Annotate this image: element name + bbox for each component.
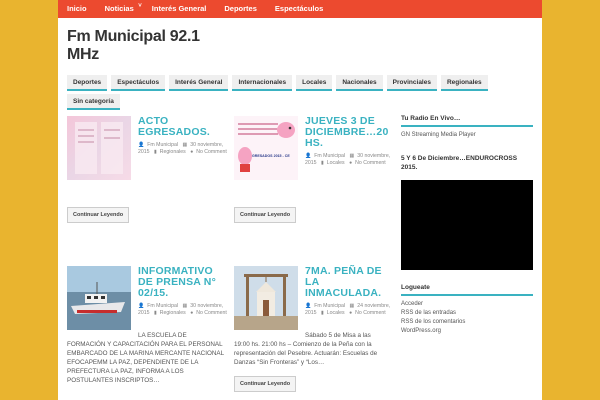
nav-inicio[interactable]: Inicio [58,0,96,18]
post-title[interactable]: 7MA. PEÑA DE LA INMACULADA. [305,266,397,299]
post-meta: 👤 Fm Municipal ▦ 30 noviembre, 2015 ▮ Local… [305,153,397,166]
post-category[interactable]: Regionales [160,310,186,316]
cat-sin-categoria[interactable]: Sin categoría [67,94,120,110]
post-excerpt-lead: LA ESCUELA DE [138,332,187,339]
radio-player-text[interactable]: GN Streaming Media Player [401,131,533,140]
post-category[interactable]: Regionales [160,149,186,155]
post-comments[interactable]: No Comment [355,160,386,166]
sidebar: Tu Radio En Vivo… GN Streaming Media Pla… [401,115,533,336]
cat-regionales[interactable]: Regionales [440,75,488,91]
cat-locales[interactable]: Locales [296,75,333,91]
post-thumbnail[interactable] [67,116,131,180]
user-icon: 👤 [138,303,145,309]
post-thumbnail[interactable]: GRESADOS 2015 - CE [234,116,298,180]
sidebar-link[interactable]: Acceder [401,300,533,309]
site-title[interactable]: Fm Municipal 92.1 MHz [67,28,217,64]
post-meta: 👤 Fm Municipal ▦ 24 noviembre, 2015 ▮ Local… [305,303,397,316]
chapel-image [234,266,298,330]
widget-title-event: 5 Y 6 De Diciembre…ENDUROCROSS 2015. [401,155,518,171]
comment-icon: ● [190,148,194,155]
nav-noticias[interactable]: Noticias ˅ [96,0,143,18]
post-author[interactable]: Fm Municipal [314,303,345,309]
peppa-pig-flyer-image [234,116,298,180]
post-excerpt-lead: Sábado 5 de Misa a las [305,332,371,339]
sidebar-link[interactable]: RSS de los comentarios [401,318,533,327]
user-icon: 👤 [305,303,312,309]
post-title[interactable]: JUEVES 3 DE DICIEMBRE…20 HS. [305,116,397,149]
user-icon: 👤 [305,153,312,159]
widget-title-radio: Tu Radio En Vivo… [401,115,533,127]
folder-icon: ▮ [154,148,157,155]
post-title[interactable]: INFORMATIVO DE PRENSA N° 02/15. [138,266,230,299]
comment-icon: ● [349,309,353,316]
folder-icon: ▮ [321,159,324,166]
post-meta: 👤 Fm Municipal ▦ 30 noviembre, 2015 ▮ Regio… [138,142,230,155]
sidebar-link[interactable]: RSS de las entradas [401,309,533,318]
nav-noticias-label[interactable]: Noticias [105,4,134,13]
cat-nacionales[interactable]: Nacionales [336,75,383,91]
continue-reading-button[interactable]: Continuar Leyendo [234,207,297,223]
post-thumbnail[interactable] [234,266,298,330]
thumbnail-caption: GRESADOS 2015 - CE [252,154,290,158]
nav-espectaculos[interactable]: Espectáculos [266,0,332,18]
calendar-icon: ▦ [182,142,188,148]
widget-title-login: Logueate [401,284,533,296]
post-comments[interactable]: No Comment [355,310,386,316]
post-category[interactable]: Locales [327,310,345,316]
post-comments[interactable]: No Comment [196,310,227,316]
post-title[interactable]: ACTO EGRESADOS. [138,116,230,138]
post-card: GRESADOS 2015 - CE JUEVES 3 DE DICIEMBRE… [234,116,394,236]
continue-reading-button[interactable]: Continuar Leyendo [67,207,130,223]
post-card: INFORMATIVO DE PRENSA N° 02/15. 👤 Fm Muni… [67,266,227,400]
category-navigation: Deportes Espectáculos Interés General In… [67,75,537,113]
cat-internacionales[interactable]: Internacionales [232,75,293,91]
nav-deportes[interactable]: Deportes [215,0,266,18]
folder-icon: ▮ [154,309,157,316]
boat-image [67,266,131,330]
post-author[interactable]: Fm Municipal [147,303,178,309]
sidebar-link[interactable]: WordPress.org [401,327,533,336]
folder-icon: ▮ [321,309,324,316]
nav-interes-general[interactable]: Interés General [143,0,216,18]
comment-icon: ● [190,309,194,316]
cat-interes-general[interactable]: Interés General [169,75,229,91]
post-category[interactable]: Locales [327,160,345,166]
cat-espectaculos[interactable]: Espectáculos [111,75,166,91]
post-author[interactable]: Fm Municipal [147,142,178,148]
continue-reading-button[interactable]: Continuar Leyendo [234,376,297,392]
video-player[interactable] [401,180,533,270]
cat-provinciales[interactable]: Provinciales [386,75,437,91]
post-excerpt: FORMACIÓN Y CAPACITACIÓN PARA EL PERSONA… [67,341,224,384]
calendar-icon: ▦ [182,303,188,309]
cat-deportes[interactable]: Deportes [67,75,108,91]
certificate-image [75,122,123,174]
chevron-down-icon: ˅ [138,3,142,9]
post-excerpt: 19:00 hs. 21:00 hs – Comienzo de la Peña… [234,341,378,366]
page-content: Fm Municipal 92.1 MHz Deportes Espectácu… [58,18,542,400]
post-thumbnail[interactable] [67,266,131,330]
comment-icon: ● [349,159,353,166]
post-card: ACTO EGRESADOS. 👤 Fm Municipal ▦ 30 noviem… [67,116,227,236]
post-comments[interactable]: No Comment [196,149,227,155]
post-author[interactable]: Fm Municipal [314,153,345,159]
user-icon: 👤 [138,142,145,148]
post-card: 7MA. PEÑA DE LA INMACULADA. 👤 Fm Municipa… [234,266,394,400]
post-meta: 👤 Fm Municipal ▦ 30 noviembre, 2015 ▮ Regio… [138,303,230,316]
top-navigation: Inicio Noticias ˅ Interés General Deporte… [58,0,542,18]
